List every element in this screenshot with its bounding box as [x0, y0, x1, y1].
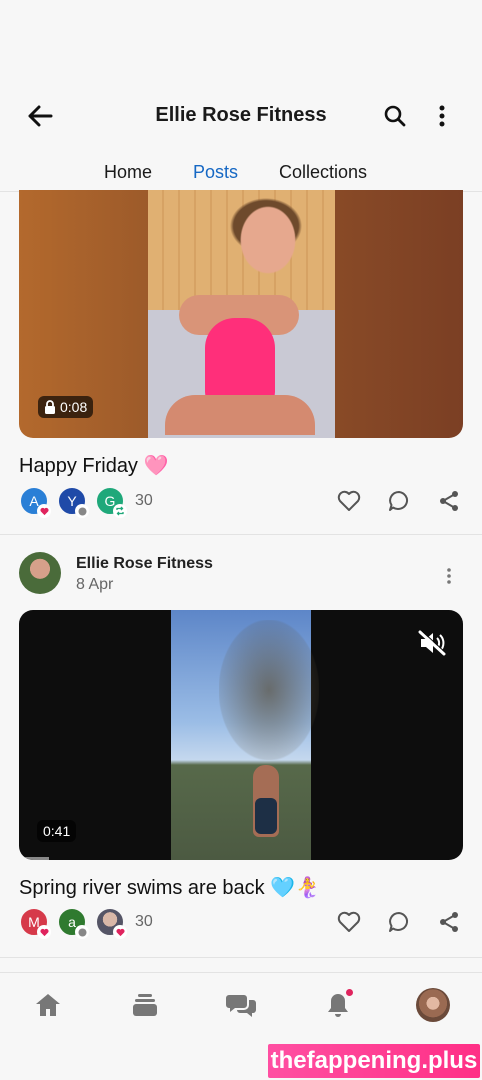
more-vertical-icon	[439, 105, 445, 127]
heart-icon	[337, 490, 361, 511]
watermark: thefappening.plus	[268, 1044, 480, 1078]
comment-badge-icon	[75, 925, 89, 939]
reactions-summary[interactable]: A Y G 30	[19, 485, 153, 518]
like-button[interactable]	[334, 486, 364, 516]
avatar: G	[95, 486, 127, 518]
avatar-initial: a	[68, 914, 76, 930]
heart-badge-icon	[37, 925, 51, 939]
avatar: a	[57, 907, 89, 939]
nav-home[interactable]	[30, 987, 66, 1023]
more-vertical-icon	[447, 568, 451, 584]
mute-toggle-button[interactable]	[415, 628, 449, 658]
more-options-button[interactable]	[428, 100, 456, 132]
comment-icon	[389, 912, 408, 932]
comment-button[interactable]	[384, 907, 414, 937]
post-header: Ellie Rose Fitness 8 Apr	[19, 552, 463, 598]
thumbnail-detail	[219, 620, 319, 760]
tab-posts[interactable]: Posts	[193, 162, 239, 193]
tab-home[interactable]: Home	[104, 162, 152, 183]
collections-stack-icon	[133, 994, 157, 1016]
avatar: A	[19, 486, 51, 518]
avatar[interactable]	[19, 552, 61, 594]
heart-badge-icon	[113, 925, 127, 939]
author-name[interactable]: Ellie Rose Fitness	[76, 555, 213, 573]
heart-badge-icon	[37, 504, 51, 518]
reactions-summary[interactable]: M a 30	[19, 906, 153, 939]
nav-notifications[interactable]	[320, 987, 356, 1023]
comment-badge-icon	[75, 504, 89, 518]
share-icon	[440, 912, 458, 932]
duration-text: 0:08	[60, 399, 88, 415]
avatar	[95, 907, 127, 939]
nav-collections[interactable]	[127, 987, 163, 1023]
post-divider	[0, 957, 482, 958]
post-date: 8 Apr	[76, 576, 114, 593]
comment-button[interactable]	[384, 486, 414, 516]
avatar	[416, 988, 450, 1022]
reaction-count: 30	[135, 913, 153, 930]
reaction-count: 30	[135, 492, 153, 509]
messages-icon	[226, 995, 256, 1017]
bottom-navigation	[0, 972, 482, 1038]
comment-icon	[389, 491, 408, 511]
tab-collections[interactable]: Collections	[279, 162, 367, 183]
top-bar: Ellie Rose Fitness	[0, 88, 482, 144]
share-button[interactable]	[434, 486, 464, 516]
post-caption: Spring river swims are back 🩵🧜‍♀️	[19, 877, 320, 899]
video-duration-badge: 0:08	[38, 396, 94, 418]
avatar: Y	[57, 486, 89, 518]
volume-muted-icon	[418, 630, 446, 656]
post-actions	[334, 906, 464, 938]
post-video[interactable]: 0:41	[19, 610, 463, 860]
nav-messages[interactable]	[223, 987, 259, 1023]
post-more-button[interactable]	[439, 562, 459, 590]
post-video[interactable]: 0:08	[19, 190, 463, 438]
post-divider	[0, 534, 482, 535]
avatar: M	[19, 907, 51, 939]
repost-badge-icon	[113, 504, 127, 518]
search-icon	[384, 105, 406, 127]
share-icon	[440, 491, 458, 511]
post-caption: Happy Friday 🩷	[19, 455, 169, 477]
thumbnail-detail	[165, 395, 315, 435]
share-button[interactable]	[434, 907, 464, 937]
heart-icon	[337, 911, 361, 932]
lock-icon	[45, 400, 55, 414]
profile-tabs: Home Posts Collections	[0, 158, 482, 193]
search-button[interactable]	[378, 100, 412, 132]
like-button[interactable]	[334, 907, 364, 937]
video-progress-bar[interactable]	[19, 857, 49, 860]
video-duration-badge: 0:41	[37, 820, 77, 842]
home-icon	[36, 994, 60, 1016]
post-actions	[334, 485, 464, 517]
nav-profile[interactable]	[415, 987, 451, 1023]
thumbnail-detail	[255, 798, 277, 834]
notification-dot	[346, 989, 353, 996]
duration-text: 0:41	[43, 823, 71, 839]
